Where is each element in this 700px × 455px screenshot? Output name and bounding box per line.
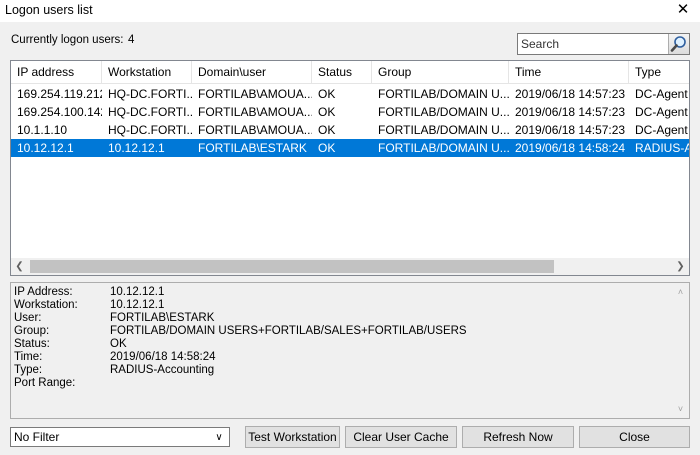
detail-label-port-range: Port Range: — [14, 377, 76, 389]
cell-type: DC-Agent — [635, 87, 688, 101]
cell-ip-address: 10.1.1.10 — [17, 123, 68, 137]
logon-users-count: 4 — [128, 34, 135, 46]
column-header-domain-user[interactable]: Domain\user — [192, 61, 312, 84]
vertical-scrollbar[interactable]: ˄ ˅ — [672, 283, 689, 418]
cell-ip-address: 169.254.100.142 — [17, 105, 102, 119]
cell-ip-address: 10.12.12.1 — [17, 141, 74, 155]
cell-status: OK — [318, 123, 336, 137]
cell-status: OK — [318, 87, 336, 101]
cell-time: 2019/06/18 14:58:24 — [515, 141, 626, 155]
cell-domain-user: FORTILAB\ESTARK — [198, 141, 307, 155]
logon-users-count-label: Currently logon users: — [11, 34, 124, 46]
detail-label-ip-address: IP Address: — [14, 286, 73, 298]
table-body: 169.254.119.212 HQ-DC.FORTI... FORTILAB\… — [11, 85, 689, 157]
cell-ip-address: 169.254.119.212 — [17, 87, 102, 101]
title-bar: Logon users list ✕ — [0, 0, 700, 22]
close-button[interactable]: Close — [579, 426, 690, 448]
detail-value-workstation: 10.12.12.1 — [110, 299, 165, 311]
table-row[interactable]: 169.254.119.212 HQ-DC.FORTI... FORTILAB\… — [11, 85, 689, 103]
cell-time: 2019/06/18 14:57:23 — [515, 123, 626, 137]
detail-label-group: Group: — [14, 325, 50, 337]
cell-workstation: HQ-DC.FORTI... — [108, 123, 192, 137]
horizontal-scrollbar[interactable]: ❮ ❯ — [11, 258, 689, 275]
cell-domain-user: FORTILAB\AMOUA... — [198, 105, 312, 119]
column-header-time[interactable]: Time — [509, 61, 629, 84]
detail-value-group: FORTILAB/DOMAIN USERS+FORTILAB/SALES+FOR… — [110, 325, 467, 337]
cell-status: OK — [318, 105, 336, 119]
detail-label-workstation: Workstation: — [14, 299, 78, 311]
cell-domain-user: FORTILAB\AMOUA... — [198, 123, 312, 137]
search-button[interactable] — [668, 34, 689, 54]
column-header-status[interactable]: Status — [312, 61, 372, 84]
search-input[interactable] — [518, 34, 668, 54]
table-row[interactable]: 10.1.1.10 HQ-DC.FORTI... FORTILAB\AMOUA.… — [11, 121, 689, 139]
cell-group: FORTILAB/DOMAIN U... — [378, 105, 509, 119]
clear-user-cache-button[interactable]: Clear User Cache — [345, 426, 457, 448]
column-header-ip-address[interactable]: IP address — [11, 61, 102, 84]
scroll-down-icon[interactable]: ˅ — [672, 402, 689, 416]
cell-workstation: 10.12.12.1 — [108, 141, 165, 155]
scrollbar-thumb[interactable] — [30, 260, 554, 273]
detail-label-user: User: — [14, 312, 42, 324]
column-header-workstation[interactable]: Workstation — [102, 61, 192, 84]
search-box[interactable] — [517, 33, 690, 55]
detail-value-ip-address: 10.12.12.1 — [110, 286, 165, 298]
cell-type: RADIUS-Ac — [635, 141, 689, 155]
filter-select[interactable]: No Filter ∨ — [10, 427, 230, 447]
detail-value-time: 2019/06/18 14:58:24 — [110, 351, 216, 363]
scroll-right-icon[interactable]: ❯ — [672, 258, 689, 275]
table-row-selected[interactable]: 10.12.12.1 10.12.12.1 FORTILAB\ESTARK OK… — [11, 139, 689, 157]
user-detail-panel: IP Address: 10.12.12.1 Workstation: 10.1… — [10, 282, 690, 419]
column-header-type[interactable]: Type — [629, 61, 689, 84]
cell-group: FORTILAB/DOMAIN U... — [378, 87, 509, 101]
close-icon[interactable]: ✕ — [666, 0, 700, 22]
detail-value-status: OK — [110, 338, 127, 350]
cell-group: FORTILAB/DOMAIN U... — [378, 141, 509, 155]
filter-selected-value: No Filter — [14, 430, 60, 444]
scroll-left-icon[interactable]: ❮ — [11, 258, 28, 275]
window-title: Logon users list — [5, 3, 93, 17]
scroll-up-icon[interactable]: ˄ — [672, 285, 689, 299]
chevron-down-icon[interactable]: ∨ — [211, 429, 227, 446]
table-row[interactable]: 169.254.100.142 HQ-DC.FORTI... FORTILAB\… — [11, 103, 689, 121]
detail-label-type: Type: — [14, 364, 43, 376]
cell-time: 2019/06/18 14:57:23 — [515, 87, 626, 101]
detail-value-type: RADIUS-Accounting — [110, 364, 215, 376]
cell-workstation: HQ-DC.FORTI... — [108, 105, 192, 119]
logon-users-table[interactable]: IP address Workstation Domain\user Statu… — [10, 60, 690, 276]
detail-label-time: Time: — [14, 351, 43, 363]
cell-status: OK — [318, 141, 336, 155]
detail-value-user: FORTILAB\ESTARK — [110, 312, 215, 324]
table-header: IP address Workstation Domain\user Statu… — [11, 61, 689, 84]
cell-type: DC-Agent — [635, 105, 688, 119]
test-workstation-button[interactable]: Test Workstation — [245, 426, 340, 448]
cell-group: FORTILAB/DOMAIN U... — [378, 123, 509, 137]
refresh-now-button[interactable]: Refresh Now — [462, 426, 574, 448]
cell-time: 2019/06/18 14:57:23 — [515, 105, 626, 119]
column-header-group[interactable]: Group — [372, 61, 509, 84]
cell-domain-user: FORTILAB\AMOUA... — [198, 87, 312, 101]
magnifier-icon — [670, 36, 686, 52]
detail-label-status: Status: — [14, 338, 50, 350]
cell-workstation: HQ-DC.FORTI... — [108, 87, 192, 101]
cell-type: DC-Agent — [635, 123, 688, 137]
